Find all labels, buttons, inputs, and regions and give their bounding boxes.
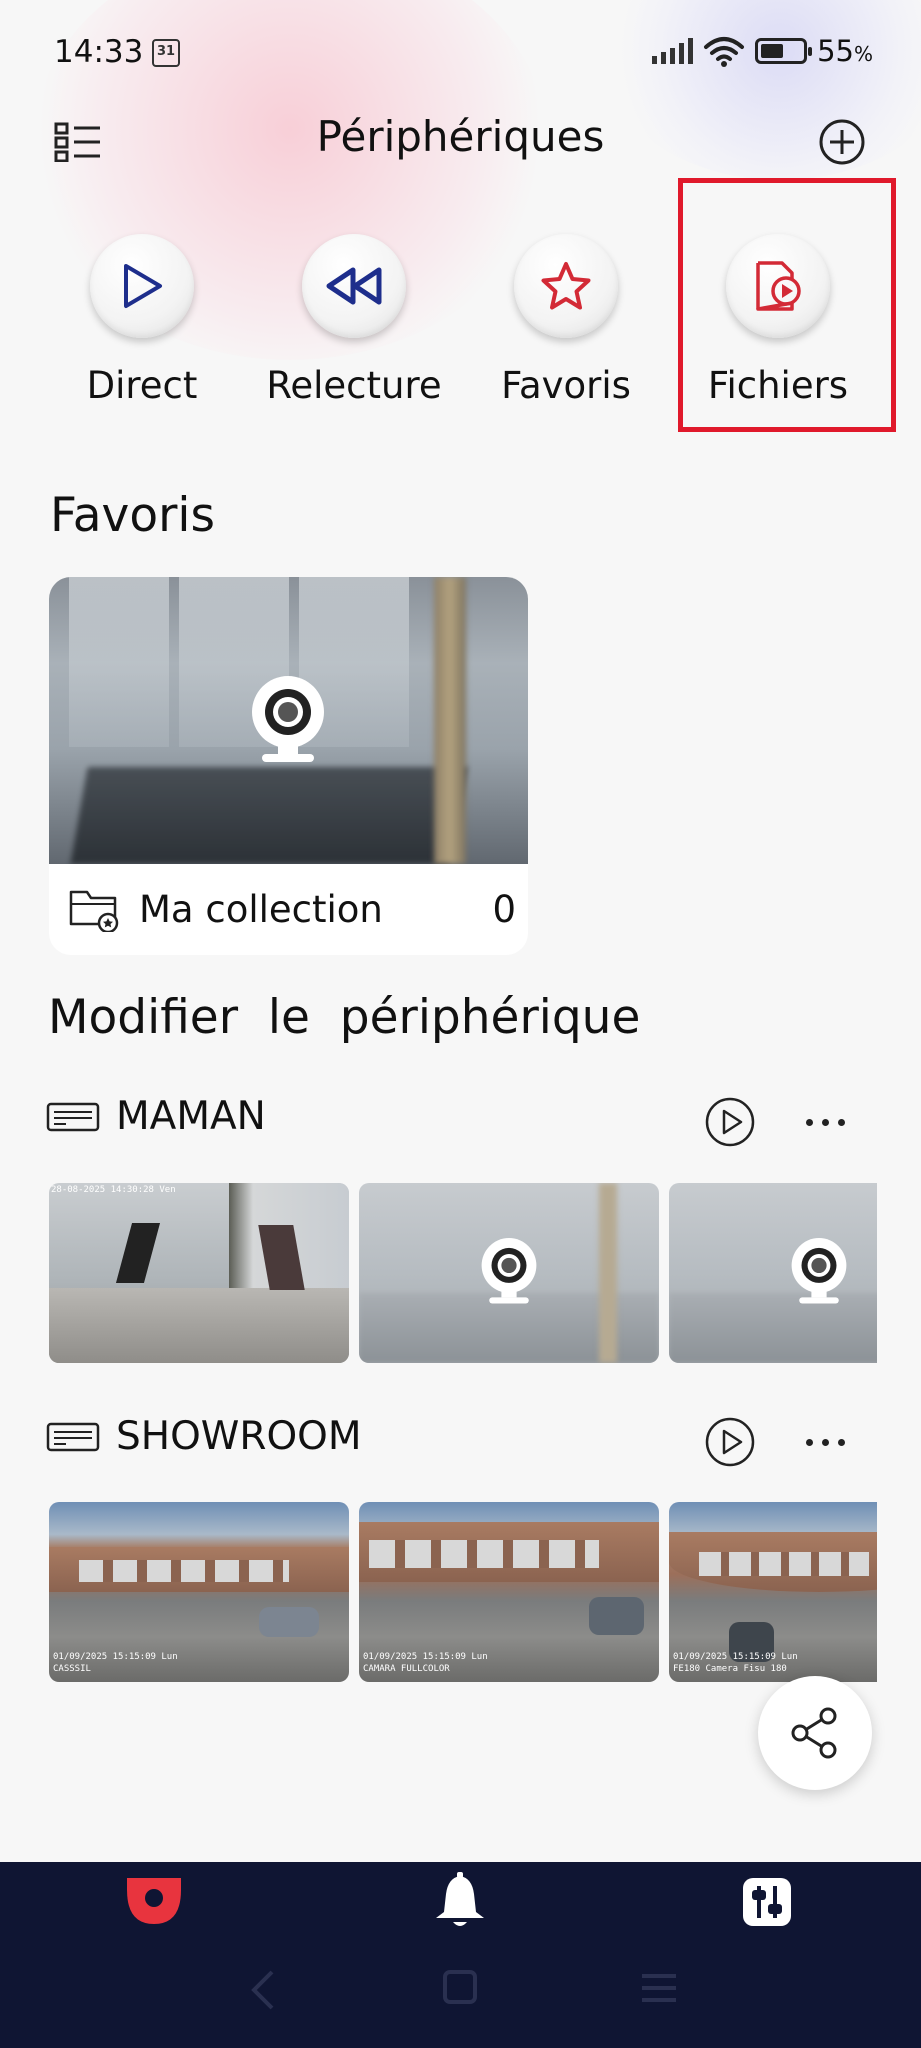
folder-star-icon: [69, 890, 119, 932]
collection-count: 0: [492, 888, 516, 931]
favorites-section-title: Favoris: [50, 488, 215, 543]
camera-timestamp: 01/09/2025 15:15:09 Lun: [363, 1652, 488, 1662]
collection-thumbnail: [49, 577, 528, 864]
more-options-icon[interactable]: [806, 1119, 845, 1126]
quick-action-label: Relecture: [266, 364, 442, 407]
camera-icon: [791, 1238, 847, 1304]
camera-tab-icon[interactable]: [124, 1872, 184, 1932]
recents-icon[interactable]: [640, 1968, 678, 2008]
device-name: MAMAN: [116, 1094, 266, 1139]
page-title: Périphériques: [316, 112, 605, 161]
device-title-maman[interactable]: MAMAN: [46, 1094, 266, 1139]
camera-icon: [481, 1238, 537, 1304]
camera-thumbnail[interactable]: 01/09/2025 15:15:09 Lun FE180 Camera Fis…: [669, 1502, 877, 1682]
share-icon: [791, 1707, 837, 1759]
battery-percent: 55%: [817, 34, 873, 68]
camera-caption: FE180 Camera Fisu 180: [673, 1664, 787, 1674]
play-circle-icon[interactable]: [704, 1416, 756, 1468]
camera-thumbnail[interactable]: [359, 1183, 659, 1363]
quick-action-label: Direct: [86, 364, 198, 407]
nvr-icon: [46, 1422, 100, 1451]
sliders-icon[interactable]: [737, 1872, 797, 1932]
quick-action-direct[interactable]: Direct: [37, 234, 247, 407]
camera-thumbnail[interactable]: [669, 1183, 877, 1363]
nvr-icon: [46, 1102, 100, 1131]
plus-circle-icon[interactable]: [818, 118, 866, 166]
play-circle-icon[interactable]: [704, 1096, 756, 1148]
direct-button[interactable]: [90, 234, 194, 338]
battery-icon: [755, 38, 813, 64]
home-icon[interactable]: [442, 1968, 478, 2008]
quick-action-label: Favoris: [501, 364, 631, 407]
quick-action-favorites[interactable]: Favoris: [461, 234, 671, 407]
favorites-button[interactable]: [514, 234, 618, 338]
device-name: SHOWROOM: [116, 1414, 362, 1459]
wifi-icon: [704, 37, 745, 67]
devices-section-title: Modifier le périphérique: [48, 990, 641, 1045]
calendar-icon: 31: [152, 39, 180, 67]
play-icon: [124, 264, 162, 308]
share-button[interactable]: [758, 1676, 872, 1790]
camera-timestamp: 01/09/2025 15:15:09 Lun: [673, 1652, 798, 1662]
quick-action-replay[interactable]: Relecture: [249, 234, 459, 407]
highlight-box: [678, 178, 896, 432]
more-options-icon[interactable]: [806, 1439, 845, 1446]
back-icon[interactable]: [248, 1968, 278, 2012]
collection-name: Ma collection: [139, 888, 383, 931]
camera-timestamp: 01/09/2025 15:15:09 Lun: [53, 1652, 178, 1662]
replay-button[interactable]: [302, 234, 406, 338]
status-indicators: 55%: [652, 34, 873, 68]
camera-thumbnail[interactable]: 01/09/2025 15:15:09 Lun CAMARA FULLCOLOR: [359, 1502, 659, 1682]
camera-thumbnail[interactable]: 28-08-2025 14:30:28 Ven: [49, 1183, 349, 1363]
camera-caption: CASSSIL: [53, 1664, 91, 1674]
maman-thumbnails: 28-08-2025 14:30:28 Ven: [49, 1183, 877, 1363]
bell-icon[interactable]: [430, 1872, 490, 1932]
rewind-icon: [326, 267, 382, 305]
status-time: 14:33: [54, 34, 144, 70]
camera-timestamp: 28-08-2025 14:30:28 Ven: [51, 1185, 176, 1195]
star-icon: [541, 262, 591, 310]
camera-thumbnail[interactable]: 01/09/2025 15:15:09 Lun CASSSIL: [49, 1502, 349, 1682]
device-title-showroom[interactable]: SHOWROOM: [46, 1414, 361, 1459]
showroom-thumbnails: 01/09/2025 15:15:09 Lun CASSSIL 01/09/20…: [49, 1502, 877, 1682]
collection-card[interactable]: Ma collection 0: [49, 577, 528, 955]
signal-icon: [652, 38, 694, 64]
camera-icon: [252, 676, 324, 762]
camera-caption: CAMARA FULLCOLOR: [363, 1664, 450, 1674]
